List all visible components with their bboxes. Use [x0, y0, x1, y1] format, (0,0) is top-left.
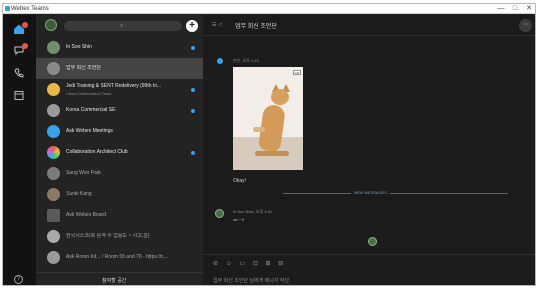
composer-toolbar[interactable]: ⊘ ☺ ▭ ⊡ ⊞ ⊟: [213, 260, 286, 267]
chat-pane: ☰ ◁ 업무 회신 조언단 ⋯ 본인, 오후 4:40 GIF Okay! NE…: [203, 15, 535, 285]
avatar: [47, 167, 60, 180]
app-window: Webex Teams — □ ✕ ? ⌕ + In Soo Shin 업무 회…: [2, 3, 536, 286]
space-item[interactable]: Jedi Training & SENT Redelivery (99th In…: [36, 79, 203, 100]
search-icon: ⌕: [120, 23, 124, 29]
spaces-panel: ⌕ + In Soo Shin 업무 회신 조언단 Jedi Training …: [36, 15, 203, 285]
chat-title: 업무 회신 조언단: [235, 24, 277, 30]
more-options-button[interactable]: ⋯: [519, 19, 532, 32]
space-name: Korea Commercial SE: [66, 107, 116, 113]
phone-icon[interactable]: [13, 67, 25, 79]
gif-badge: GIF: [293, 70, 301, 75]
space-item[interactable]: 한국시스코(로 원격 수 업용도 ~ 사고,감): [36, 226, 203, 247]
space-name: Sang Woo Park: [66, 170, 101, 176]
new-messages-divider: [283, 193, 508, 194]
close-button[interactable]: ✕: [523, 4, 535, 14]
app-logo-icon: [5, 6, 10, 11]
avatar: [47, 125, 60, 138]
space-name: Sunki Kang: [66, 191, 92, 197]
notification-badge: [22, 22, 28, 28]
message-text: Okay!: [233, 178, 247, 184]
help-icon[interactable]: ?: [14, 275, 23, 284]
space-name: Jedi Training & SENT Redelivery (99th In…: [66, 83, 162, 89]
message-input[interactable]: 업무 회신 조언단 님에게 메시지 작성: [213, 277, 289, 284]
calendar-icon[interactable]: [13, 89, 25, 101]
space-item[interactable]: 업무 회신 조언단: [36, 58, 203, 79]
title-bar: Webex Teams — □ ✕: [3, 4, 535, 14]
space-name: Ask Room Kit... / Room 55 and 70 - https…: [66, 254, 168, 260]
space-name: Ask Webex Meetings: [66, 128, 113, 134]
space-item[interactable]: Ask Room Kit... / Room 55 and 70 - https…: [36, 247, 203, 268]
list-toolbar: ⌕ +: [36, 15, 203, 37]
space-name: In Soo Shin: [66, 44, 92, 50]
join-space-label: 참여할 공간: [102, 278, 127, 284]
maximize-button[interactable]: □: [509, 4, 521, 14]
read-receipt-avatar: [368, 237, 377, 246]
avatar: [47, 188, 60, 201]
app-title: Webex Teams: [11, 6, 49, 12]
space-item[interactable]: Ask Webex Board: [36, 205, 203, 226]
avatar[interactable]: [215, 209, 224, 218]
message-text: ok~~!!: [233, 217, 245, 222]
new-messages-label: NEW MESSAGES: [351, 190, 390, 195]
header-nav-icons[interactable]: ☰ ◁: [212, 22, 222, 28]
avatar: [47, 62, 60, 75]
avatar: [47, 209, 60, 222]
space-name: Ask Webex Board: [66, 212, 106, 218]
avatar: [47, 104, 60, 117]
message-badge: [22, 43, 28, 49]
space-item[interactable]: Korea Commercial SE: [36, 100, 203, 121]
sender-dot: [217, 58, 223, 64]
avatar: [47, 230, 60, 243]
search-input[interactable]: ⌕: [64, 21, 182, 31]
composer-divider: [203, 254, 535, 255]
unread-dot: [191, 46, 195, 50]
avatar: [47, 83, 60, 96]
space-item[interactable]: Collaboration Architect Club: [36, 142, 203, 163]
gif-image[interactable]: GIF: [233, 67, 303, 170]
minimize-button[interactable]: —: [495, 4, 507, 14]
add-space-button[interactable]: +: [186, 20, 198, 32]
space-name: 한국시스코(로 원격 수 업용도 ~ 사고,감): [66, 233, 150, 239]
space-name: 업무 회신 조언단: [66, 65, 101, 71]
cat-illustration: [271, 89, 289, 105]
join-space-bar[interactable]: 참여할 공간: [36, 272, 203, 285]
nav-rail: ?: [3, 15, 36, 285]
unread-dot: [191, 151, 195, 155]
space-item[interactable]: Sang Woo Park: [36, 163, 203, 184]
my-avatar[interactable]: [45, 19, 57, 31]
space-item[interactable]: Ask Webex Meetings: [36, 121, 203, 142]
space-team: Cisco Collaboration Team: [66, 91, 112, 96]
unread-dot: [191, 88, 195, 92]
space-item[interactable]: Sunki Kang: [36, 184, 203, 205]
message-timestamp: 본인, 오후 4:40: [233, 58, 259, 63]
unread-dot: [191, 109, 195, 113]
avatar: [47, 146, 60, 159]
space-name: Collaboration Architect Club: [66, 149, 128, 155]
chat-header: ☰ ◁ 업무 회신 조언단 ⋯: [203, 15, 535, 36]
avatar: [47, 41, 60, 54]
message-sender-time: In Soo Shin, 오후 4:41: [233, 209, 273, 214]
space-item[interactable]: In Soo Shin: [36, 37, 203, 58]
avatar: [47, 251, 60, 264]
